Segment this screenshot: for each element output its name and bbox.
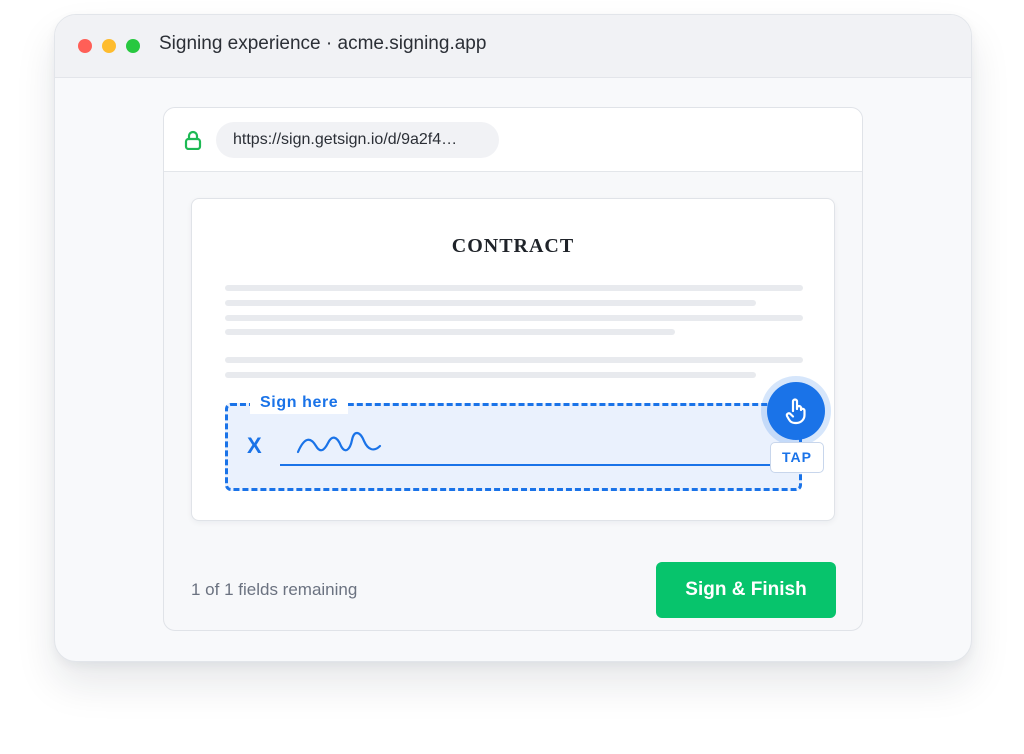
fields-remaining-status: 1 of 1 fields remaining	[191, 580, 358, 599]
scene: Signing experience · acme.signing.app ht…	[0, 0, 1024, 754]
maximize-window-button[interactable]	[126, 39, 140, 53]
sign-here-label: Sign here	[250, 392, 349, 414]
title-bar: Signing experience · acme.signing.app	[55, 15, 971, 78]
minimize-window-button[interactable]	[102, 39, 116, 53]
tap-hint-badge: TAP	[770, 442, 824, 473]
sign-and-finish-button[interactable]: Sign & Finish	[656, 562, 836, 618]
close-window-button[interactable]	[78, 39, 92, 53]
text-placeholder-line	[225, 285, 803, 291]
url-text: https://sign.getsign.io/d/9a2f4…	[233, 131, 458, 148]
text-placeholder-line	[225, 329, 675, 335]
url-field[interactable]: https://sign.getsign.io/d/9a2f4…	[216, 122, 499, 158]
signature-preview	[296, 431, 382, 454]
text-placeholder-line	[225, 300, 756, 306]
lock-icon	[184, 130, 202, 150]
window-title: Signing experience · acme.signing.app	[159, 33, 487, 54]
signature-x-marker: X	[247, 433, 262, 458]
tap-to-sign-button[interactable]	[767, 382, 825, 440]
contract-document: CONTRACT Sign here X TAP	[191, 198, 835, 521]
text-placeholder-line	[225, 357, 803, 363]
browser-frame: https://sign.getsign.io/d/9a2f4… CONTRAC…	[163, 107, 863, 631]
address-bar: https://sign.getsign.io/d/9a2f4…	[164, 108, 862, 172]
signature-field[interactable]: Sign here X	[225, 392, 802, 491]
document-title: CONTRACT	[451, 235, 575, 257]
app-window: Signing experience · acme.signing.app ht…	[54, 14, 972, 662]
text-placeholder-line	[225, 372, 756, 378]
text-placeholder-line	[225, 315, 803, 321]
hand-pointer-icon	[785, 398, 806, 425]
signature-baseline	[280, 464, 770, 466]
